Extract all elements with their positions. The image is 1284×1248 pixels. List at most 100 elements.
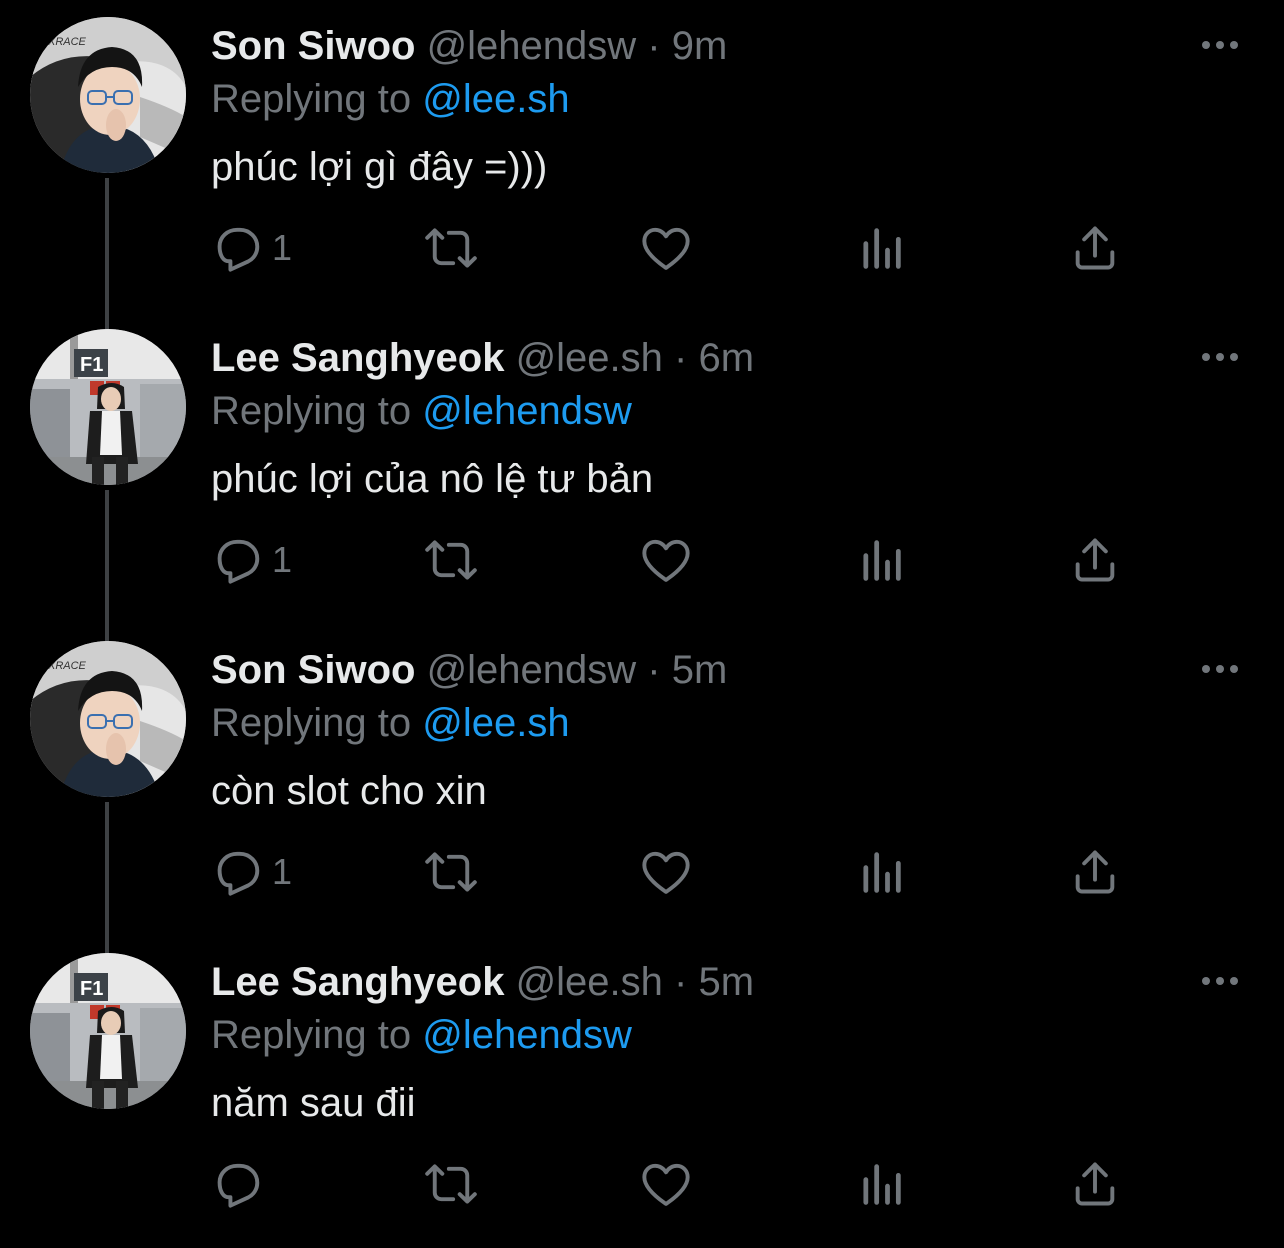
user-handle[interactable]: @lehendsw	[427, 24, 637, 68]
reply-button[interactable]	[212, 1144, 272, 1224]
reply-count: 1	[272, 851, 293, 892]
views-button[interactable]	[855, 1144, 907, 1224]
display-name[interactable]: Son Siwoo	[211, 648, 415, 692]
avatar-son-siwoo: XRACE	[30, 641, 186, 797]
action-bar: 1	[0, 208, 1284, 288]
reply-icon	[217, 539, 260, 584]
avatar[interactable]: F1	[30, 329, 186, 485]
share-button[interactable]	[1069, 1144, 1121, 1224]
display-name[interactable]: Lee Sanghyeok	[211, 960, 504, 1004]
user-handle[interactable]: @lehendsw	[427, 648, 637, 692]
action-bar: 1	[0, 520, 1284, 600]
display-name[interactable]: Lee Sanghyeok	[211, 336, 504, 380]
retweet-button[interactable]	[425, 520, 477, 600]
avatar-son-siwoo: XRACE	[30, 17, 186, 173]
reply-icon	[217, 227, 260, 272]
views-button[interactable]	[855, 832, 907, 912]
more-button[interactable]	[1196, 30, 1244, 60]
avatar[interactable]: XRACE	[30, 17, 186, 173]
chair-brand-text: XRACE	[47, 36, 87, 48]
retweet-button[interactable]	[425, 832, 477, 912]
like-button[interactable]	[640, 208, 692, 288]
mention-link[interactable]: @lee.sh	[422, 77, 569, 121]
views-icon	[863, 852, 901, 893]
timestamp[interactable]: 5m	[672, 648, 728, 692]
tweet-header: Son Siwoo @lehendsw · 9m	[211, 20, 727, 72]
reply-count: 1	[272, 227, 293, 268]
avatar[interactable]: XRACE	[30, 641, 186, 797]
views-icon	[863, 540, 901, 581]
like-icon	[642, 539, 690, 582]
reply-count: 1	[272, 539, 293, 580]
retweet-button[interactable]	[425, 1144, 477, 1224]
retweet-button[interactable]	[425, 208, 477, 288]
retweet-icon	[425, 540, 477, 580]
reply-button[interactable]: 1	[212, 832, 292, 912]
replying-to: Replying to @lee.sh	[211, 697, 570, 749]
share-button[interactable]	[1069, 208, 1121, 288]
more-horizontal-icon	[1202, 665, 1238, 673]
parking-sign-text: F1	[80, 354, 103, 376]
like-icon	[642, 227, 690, 270]
parking-sign-text: F1	[80, 978, 103, 1000]
more-horizontal-icon	[1202, 977, 1238, 985]
display-name[interactable]: Son Siwoo	[211, 24, 415, 68]
more-button[interactable]	[1196, 966, 1244, 996]
share-button[interactable]	[1069, 520, 1121, 600]
replying-to: Replying to @lehendsw	[211, 1009, 632, 1061]
chair-brand-text: XRACE	[47, 660, 87, 672]
avatar-lee-sanghyeok: F1	[30, 329, 186, 485]
separator-dot: ·	[674, 336, 688, 380]
timestamp[interactable]: 9m	[672, 24, 728, 68]
reply-button[interactable]: 1	[212, 520, 292, 600]
tweet-header: Lee Sanghyeok @lee.sh · 5m	[211, 956, 754, 1008]
retweet-icon	[425, 1164, 477, 1204]
reply-button[interactable]: 1	[212, 208, 292, 288]
views-button[interactable]	[855, 208, 907, 288]
timestamp[interactable]: 5m	[698, 960, 754, 1004]
replying-to-label: Replying to	[211, 1013, 412, 1057]
more-horizontal-icon	[1202, 353, 1238, 361]
separator-dot: ·	[674, 960, 688, 1004]
tweet[interactable]: XRACE Son Siwoo @lehendsw · 5m Replying …	[0, 624, 1284, 936]
retweet-icon	[425, 852, 477, 892]
replying-to-label: Replying to	[211, 701, 412, 745]
user-handle[interactable]: @lee.sh	[516, 336, 663, 380]
more-button[interactable]	[1196, 342, 1244, 372]
views-button[interactable]	[855, 520, 907, 600]
replying-to-label: Replying to	[211, 389, 412, 433]
mention-link[interactable]: @lehendsw	[422, 389, 632, 433]
reply-icon	[217, 851, 260, 896]
tweet-text: phúc lợi của nô lệ tư bản	[211, 457, 654, 501]
tweet[interactable]: F1 Lee Sanghyeok @lee.sh · 5m Replying t…	[0, 936, 1284, 1248]
share-button[interactable]	[1069, 832, 1121, 912]
share-icon	[1075, 538, 1115, 582]
action-bar	[0, 1144, 1284, 1224]
tweet[interactable]: XRACE Son Siwoo @lehendsw · 9m Replying …	[0, 0, 1284, 312]
action-bar: 1	[0, 832, 1284, 912]
more-horizontal-icon	[1202, 41, 1238, 49]
tweet-text: còn slot cho xin	[211, 769, 487, 813]
replying-to: Replying to @lehendsw	[211, 385, 632, 437]
timestamp[interactable]: 6m	[698, 336, 754, 380]
tweet-text: phúc lợi gì đây =)))	[211, 145, 548, 189]
replying-to-label: Replying to	[211, 77, 412, 121]
like-button[interactable]	[640, 1144, 692, 1224]
separator-dot: ·	[647, 24, 661, 68]
more-button[interactable]	[1196, 654, 1244, 684]
separator-dot: ·	[647, 648, 661, 692]
views-icon	[863, 228, 901, 269]
mention-link[interactable]: @lee.sh	[422, 701, 569, 745]
like-button[interactable]	[640, 832, 692, 912]
mention-link[interactable]: @lehendsw	[422, 1013, 632, 1057]
retweet-icon	[425, 228, 477, 268]
like-button[interactable]	[640, 520, 692, 600]
reply-icon	[217, 1163, 260, 1208]
avatar[interactable]: F1	[30, 953, 186, 1109]
like-icon	[642, 851, 690, 894]
user-handle[interactable]: @lee.sh	[516, 960, 663, 1004]
replying-to: Replying to @lee.sh	[211, 73, 570, 125]
tweet[interactable]: F1 Lee Sanghyeok @lee.sh · 6m Replying t…	[0, 312, 1284, 624]
tweet-text: năm sau đii	[211, 1081, 416, 1125]
avatar-lee-sanghyeok: F1	[30, 953, 186, 1109]
